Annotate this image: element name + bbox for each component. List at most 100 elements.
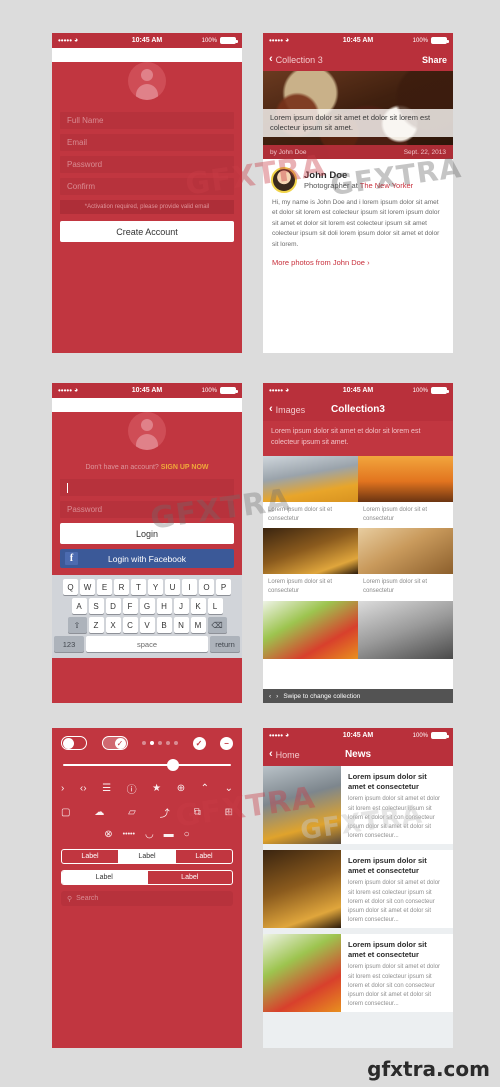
key-q[interactable]: Q (63, 579, 78, 595)
shift-key[interactable]: ⇧ (67, 617, 87, 633)
page-dot[interactable] (166, 741, 170, 745)
key-j[interactable]: J (173, 598, 189, 614)
key-r[interactable]: R (114, 579, 129, 595)
key-w[interactable]: W (80, 579, 95, 595)
window-icon[interactable]: ▢ (61, 807, 70, 818)
hero-photo[interactable]: Lorem ipsum dolor sit amet et dolor sit … (263, 71, 453, 159)
grid-tile[interactable] (263, 600, 358, 659)
grid-tile[interactable] (358, 600, 453, 659)
grid-tile[interactable]: Lorem ipsum dolor sit et consectetur (263, 456, 358, 528)
numbers-key[interactable]: 123 (54, 636, 84, 652)
segment-label-2[interactable]: Label (148, 871, 233, 884)
key-n[interactable]: N (173, 617, 189, 633)
key-m[interactable]: M (190, 617, 206, 633)
space-key[interactable]: space (86, 636, 208, 652)
page-dots[interactable] (142, 741, 178, 745)
key-c[interactable]: C (122, 617, 138, 633)
avatar-placeholder-icon[interactable] (128, 62, 166, 100)
page-dot[interactable] (174, 741, 178, 745)
password-input[interactable]: Password (60, 501, 234, 518)
list-item[interactable]: Lorem ipsum dolor sit amet et consectetu… (263, 934, 453, 1012)
info-circle-icon[interactable]: ⓘ (127, 781, 137, 796)
slider-knob[interactable] (167, 759, 180, 771)
key-t[interactable]: T (131, 579, 146, 595)
segment-label-3[interactable]: Label (176, 850, 232, 863)
key-d[interactable]: D (105, 598, 121, 614)
chevron-up-icon[interactable]: ⌃ (201, 783, 209, 794)
key-z[interactable]: Z (88, 617, 104, 633)
chevron-down-icon[interactable]: ⌄ (225, 783, 233, 794)
username-input[interactable] (60, 479, 234, 496)
key-x[interactable]: X (105, 617, 121, 633)
share-icon[interactable]: ⤴ (160, 805, 170, 820)
backspace-key[interactable]: ⌫ (207, 617, 227, 633)
back-button-images[interactable]: ‹ Images (269, 404, 305, 415)
minus-circle-icon[interactable]: − (220, 736, 233, 750)
key-p[interactable]: P (216, 579, 231, 595)
folder-icon[interactable]: ▱ (128, 807, 136, 818)
page-dot-active[interactable] (150, 741, 154, 745)
search-input[interactable]: ⚲ Search (61, 891, 233, 906)
email-input[interactable]: Email (60, 134, 234, 151)
key-i[interactable]: I (182, 579, 197, 595)
author-row[interactable]: John Doe Photographer at The New Yorker (263, 159, 453, 198)
chevron-left-icon[interactable]: ‹ (269, 693, 271, 700)
plus-circle-icon[interactable]: ⊕ (177, 783, 185, 794)
grid-tile[interactable]: Lorem ipsum dolor sit et consectetur (358, 456, 453, 528)
toggle-off[interactable] (61, 736, 87, 750)
segment-label-1-selected[interactable]: Label (62, 871, 148, 884)
key-g[interactable]: G (139, 598, 155, 614)
slider[interactable] (63, 759, 231, 771)
key-s[interactable]: S (88, 598, 104, 614)
key-b[interactable]: B (156, 617, 172, 633)
segment-label-2-selected[interactable]: Label (119, 850, 176, 863)
key-k[interactable]: K (190, 598, 206, 614)
key-l[interactable]: L (207, 598, 223, 614)
swipe-hint-bar[interactable]: ‹ › Swipe to change collection (263, 689, 453, 703)
key-o[interactable]: O (199, 579, 214, 595)
sign-up-now-link[interactable]: SIGN UP NOW (161, 464, 209, 471)
page-dot[interactable] (142, 741, 146, 745)
key-e[interactable]: E (97, 579, 112, 595)
key-f[interactable]: F (122, 598, 138, 614)
password-input[interactable]: Password (60, 156, 234, 173)
back-button-home[interactable]: ‹ Home (269, 749, 300, 760)
key-v[interactable]: V (139, 617, 155, 633)
check-circle-icon[interactable]: ✓ (192, 736, 206, 750)
full-name-input[interactable]: Full Name (60, 112, 234, 129)
confirm-input[interactable]: Confirm (60, 178, 234, 195)
toggle-on[interactable]: ✓ (101, 736, 128, 750)
chevron-right-icon[interactable]: › (61, 783, 64, 794)
create-account-button[interactable]: Create Account (60, 221, 234, 242)
more-photos-link[interactable]: More photos from John Doe › (263, 250, 453, 275)
segment-label-1[interactable]: Label (62, 850, 119, 863)
grid-icon[interactable]: ⊞ (225, 807, 233, 818)
segmented-control-three[interactable]: Label Label Label (61, 849, 233, 864)
page-dot[interactable] (158, 741, 162, 745)
list-lines-icon[interactable]: ☰ (102, 783, 111, 794)
hotel-sign-photo (263, 850, 341, 928)
facebook-login-button[interactable]: f Login with Facebook (60, 549, 234, 568)
share-button[interactable]: Share (422, 55, 447, 65)
on-screen-keyboard[interactable]: Q W E R T Y U I O P A S D F G H J K L ⇧ … (52, 575, 242, 658)
avatar-placeholder-icon[interactable] (128, 412, 166, 450)
refresh-icon[interactable]: ○ (184, 829, 190, 840)
key-y[interactable]: Y (148, 579, 163, 595)
grid-tile[interactable]: Lorem ipsum dolor sit et consectetur (263, 528, 358, 600)
back-button-collection[interactable]: ‹ Collection 3 (269, 54, 323, 65)
login-button[interactable]: Login (60, 523, 234, 544)
key-a[interactable]: A (71, 598, 87, 614)
grid-tile[interactable]: Lorem ipsum dolor sit et consectetur (358, 528, 453, 600)
close-circle-icon[interactable]: ⊗ (104, 829, 112, 840)
chevron-right-icon[interactable]: › (276, 693, 278, 700)
segmented-control-two[interactable]: Label Label (61, 870, 233, 885)
return-key[interactable]: return (210, 636, 240, 652)
cloud-icon[interactable]: ☁ (94, 807, 104, 818)
copy-icon[interactable]: ⧉ (194, 807, 201, 818)
list-item[interactable]: Lorem ipsum dolor sit amet et consectetu… (263, 766, 453, 844)
key-u[interactable]: U (165, 579, 180, 595)
code-brackets-icon[interactable]: ‹› (80, 783, 87, 794)
key-h[interactable]: H (156, 598, 172, 614)
star-icon[interactable]: ★ (152, 783, 161, 794)
list-item[interactable]: Lorem ipsum dolor sit amet et consectetu… (263, 850, 453, 928)
